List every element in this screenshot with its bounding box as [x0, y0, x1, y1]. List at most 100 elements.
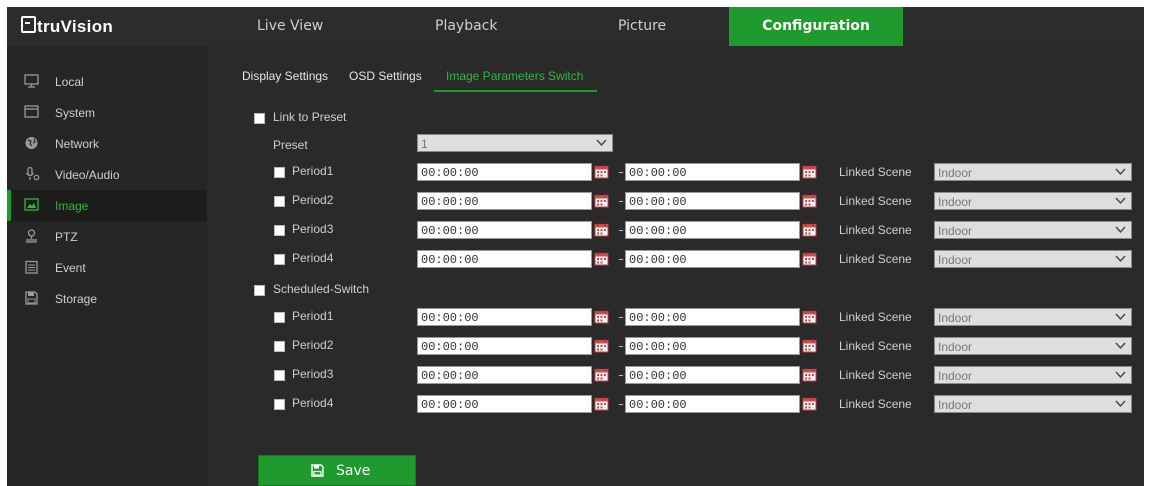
period-checkbox[interactable]	[274, 196, 285, 207]
calendar-icon[interactable]	[802, 396, 817, 411]
save-button[interactable]: Save	[258, 455, 416, 486]
subtab-osd-settings[interactable]: OSD Settings	[349, 69, 422, 83]
preset-value: 1	[421, 137, 428, 151]
logo-mark-icon	[21, 16, 36, 33]
period-end-time-input[interactable]: 00:00:00	[625, 192, 800, 210]
linked-scene-label: Linked Scene	[839, 310, 912, 324]
period-end-time-input[interactable]: 00:00:00	[625, 221, 800, 239]
range-separator	[619, 404, 623, 405]
end-time-value: 00:00:00	[629, 311, 687, 325]
tab-playback[interactable]: Playback	[435, 7, 497, 46]
linked-scene-label: Linked Scene	[839, 339, 912, 353]
calendar-icon[interactable]	[594, 396, 609, 411]
sidebar-item-local[interactable]: Local	[7, 66, 207, 97]
linked-scene-select[interactable]: Indoor	[934, 163, 1132, 181]
period-end-time-input[interactable]: 00:00:00	[625, 366, 800, 384]
linked-scene-select[interactable]: Indoor	[934, 366, 1132, 384]
calendar-icon[interactable]	[802, 309, 817, 324]
calendar-icon[interactable]	[802, 367, 817, 382]
calendar-icon[interactable]	[594, 338, 609, 353]
period-start-time-input[interactable]: 00:00:00	[417, 366, 592, 384]
chevron-down-icon	[1114, 339, 1127, 352]
sidebar-item-system[interactable]: System	[7, 97, 207, 128]
tab-picture[interactable]: Picture	[618, 7, 666, 46]
period-checkbox[interactable]	[274, 312, 285, 323]
sidebar-item-ptz[interactable]: PTZ	[7, 221, 207, 252]
start-time-value: 00:00:00	[421, 195, 479, 209]
period-start-time-input[interactable]: 00:00:00	[417, 337, 592, 355]
start-time-value: 00:00:00	[421, 224, 479, 238]
period-checkbox[interactable]	[274, 399, 285, 410]
period-label: Period4	[292, 396, 334, 410]
period-start-time-input[interactable]: 00:00:00	[417, 250, 592, 268]
app-window: truVision Live View Playback Picture Con…	[7, 7, 1144, 486]
link-to-preset-label: Link to Preset	[273, 110, 347, 124]
globe-icon	[25, 137, 38, 149]
link-to-preset-checkbox[interactable]	[254, 113, 265, 124]
period-end-time-input[interactable]: 00:00:00	[625, 308, 800, 326]
preset-select[interactable]: 1	[417, 134, 613, 152]
end-time-value: 00:00:00	[629, 369, 687, 383]
sidebar-item-event[interactable]: Event	[7, 252, 207, 283]
linked-scene-select[interactable]: Indoor	[934, 395, 1132, 413]
calendar-icon[interactable]	[594, 193, 609, 208]
subtab-display-settings[interactable]: Display Settings	[242, 69, 328, 83]
tab-live-view[interactable]: Live View	[257, 7, 323, 46]
chevron-down-icon	[1114, 368, 1127, 381]
range-separator	[619, 172, 623, 173]
period-label: Period4	[292, 251, 334, 265]
sidebar-item-storage[interactable]: Storage	[7, 283, 207, 314]
end-time-value: 00:00:00	[629, 253, 687, 267]
period-label: Period3	[292, 367, 334, 381]
calendar-icon[interactable]	[802, 164, 817, 179]
main-panel: Display Settings OSD Settings Image Para…	[207, 46, 1144, 486]
calendar-icon[interactable]	[594, 309, 609, 324]
ptz-camera-icon	[26, 229, 37, 243]
period-start-time-input[interactable]: 00:00:00	[417, 221, 592, 239]
period-start-time-input[interactable]: 00:00:00	[417, 308, 592, 326]
period-checkbox[interactable]	[274, 167, 285, 178]
linked-scene-select[interactable]: Indoor	[934, 221, 1132, 239]
calendar-icon[interactable]	[802, 222, 817, 237]
start-time-value: 00:00:00	[421, 369, 479, 383]
calendar-icon[interactable]	[594, 164, 609, 179]
period-start-time-input[interactable]: 00:00:00	[417, 395, 592, 413]
calendar-icon[interactable]	[594, 251, 609, 266]
linked-scene-value: Indoor	[938, 166, 973, 180]
period-checkbox[interactable]	[274, 254, 285, 265]
period-start-time-input[interactable]: 00:00:00	[417, 163, 592, 181]
range-separator	[619, 346, 623, 347]
brand-name: truVision	[37, 17, 114, 36]
chevron-down-icon	[1114, 223, 1127, 236]
period-end-time-input[interactable]: 00:00:00	[625, 163, 800, 181]
floppy-disk-icon	[311, 464, 324, 477]
calendar-icon[interactable]	[802, 338, 817, 353]
save-label: Save	[336, 463, 371, 479]
calendar-icon[interactable]	[802, 251, 817, 266]
sidebar: Local System Network Video/Audio Image P…	[7, 46, 207, 486]
subtab-image-parameters-switch[interactable]: Image Parameters Switch	[446, 69, 583, 83]
sidebar-item-network[interactable]: Network	[7, 128, 207, 159]
linked-scene-select[interactable]: Indoor	[934, 337, 1132, 355]
linked-scene-select[interactable]: Indoor	[934, 250, 1132, 268]
top-nav-bar: truVision Live View Playback Picture Con…	[7, 7, 1144, 46]
period-end-time-input[interactable]: 00:00:00	[625, 395, 800, 413]
period-start-time-input[interactable]: 00:00:00	[417, 192, 592, 210]
calendar-icon[interactable]	[802, 193, 817, 208]
sidebar-item-video-audio[interactable]: Video/Audio	[7, 159, 207, 190]
period-checkbox[interactable]	[274, 370, 285, 381]
scheduled-switch-checkbox[interactable]	[254, 285, 265, 296]
period-end-time-input[interactable]: 00:00:00	[625, 337, 800, 355]
tab-configuration[interactable]: Configuration	[729, 7, 903, 46]
period-checkbox[interactable]	[274, 341, 285, 352]
period-end-time-input[interactable]: 00:00:00	[625, 250, 800, 268]
calendar-icon[interactable]	[594, 222, 609, 237]
sidebar-item-image[interactable]: Image	[7, 190, 207, 221]
chevron-down-icon	[1114, 252, 1127, 265]
linked-scene-select[interactable]: Indoor	[934, 192, 1132, 210]
linked-scene-select[interactable]: Indoor	[934, 308, 1132, 326]
range-separator	[619, 201, 623, 202]
calendar-icon[interactable]	[594, 367, 609, 382]
period-checkbox[interactable]	[274, 225, 285, 236]
sidebar-item-label: Video/Audio	[55, 168, 120, 182]
